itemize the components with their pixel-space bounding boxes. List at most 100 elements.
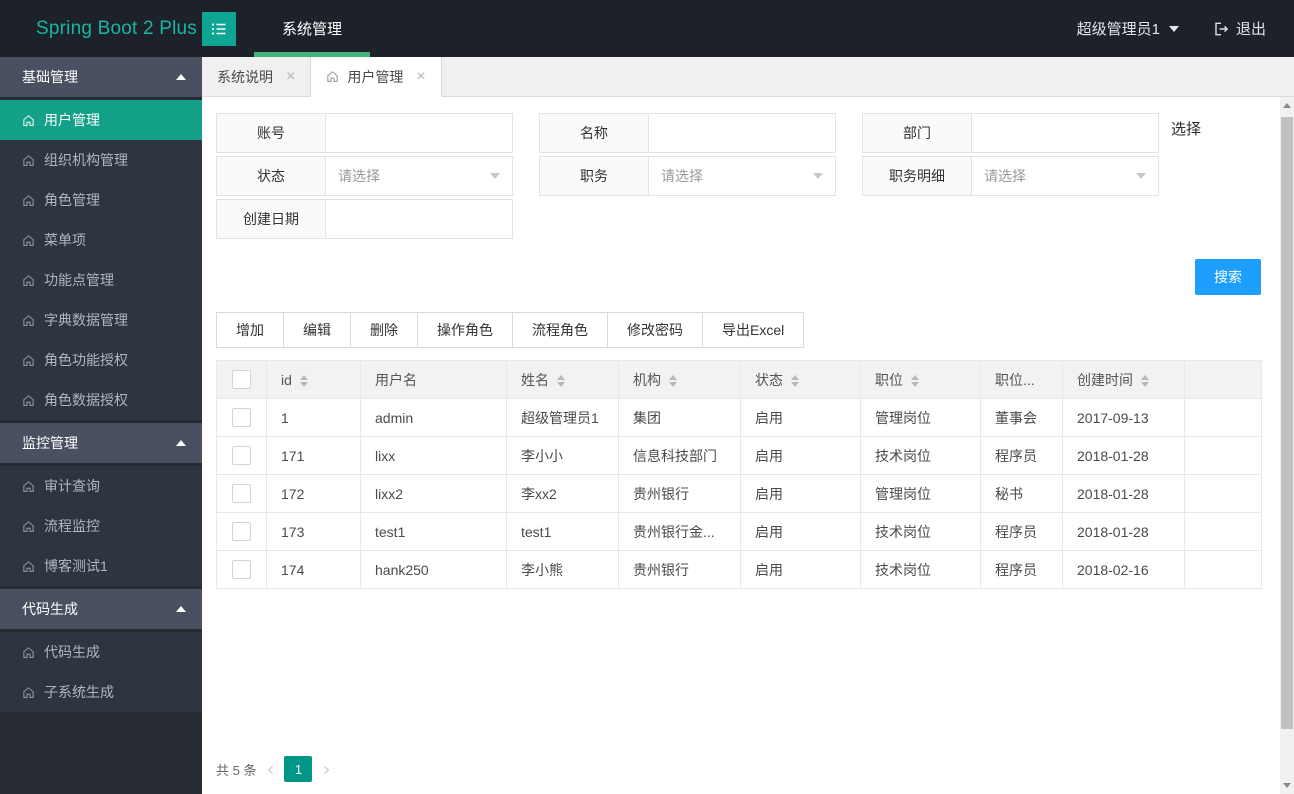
table-cell: test1 <box>360 512 507 551</box>
prev-page-chevron-icon[interactable]: ‹ <box>266 759 274 779</box>
department-select-link[interactable]: 选择 <box>1171 118 1201 139</box>
toolbar-button-2[interactable]: 编辑 <box>283 312 351 348</box>
duty-detail-select[interactable]: 职务明细 请选择 <box>862 156 1159 196</box>
toolbar-button-4[interactable]: 操作角色 <box>417 312 513 348</box>
sidebar-item[interactable]: 字典数据管理 <box>0 300 202 340</box>
field-value-area: 请选择 <box>972 157 1158 195</box>
sort-down-icon <box>791 381 799 387</box>
field-value-area: 请选择 <box>326 157 512 195</box>
sidebar-item[interactable]: 博客测试1 <box>0 546 202 586</box>
logout-button[interactable]: 退出 <box>1213 18 1266 39</box>
sidebar-item[interactable]: 用户管理 <box>0 100 202 140</box>
row-checkbox[interactable] <box>232 408 251 427</box>
table-row[interactable]: 174 hank250 李小熊 贵州银行 启用 技术岗位 程序员 2018-02-16 <box>216 550 1262 589</box>
search-button[interactable]: 搜索 <box>1195 259 1261 295</box>
select-all-checkbox[interactable] <box>232 370 251 389</box>
toolbar-button-7[interactable]: 导出Excel <box>702 312 805 348</box>
sidebar-item[interactable]: 角色管理 <box>0 180 202 220</box>
sort-icon <box>669 374 677 387</box>
column-header-label: 创建时间 <box>1077 371 1133 388</box>
toolbar-button-1[interactable]: 增加 <box>216 312 284 348</box>
create-date-input-group: 创建日期 <box>216 199 513 239</box>
table-cell: 李小熊 <box>506 550 619 589</box>
sidebar-item[interactable]: 功能点管理 <box>0 260 202 300</box>
column-header[interactable]: 状态 <box>740 360 861 399</box>
next-page-chevron-icon[interactable]: › <box>322 759 330 779</box>
department-field: 部门 选择 <box>862 113 1201 153</box>
table-cell: 启用 <box>740 436 861 475</box>
select-placeholder: 请选择 <box>661 168 703 184</box>
close-icon[interactable]: × <box>416 68 425 85</box>
sidebar-toggle-button[interactable] <box>202 11 236 46</box>
column-header[interactable]: 职位 <box>860 360 981 399</box>
table-cell: 秘书 <box>980 474 1063 513</box>
current-page-button[interactable]: 1 <box>284 756 313 782</box>
row-checkbox[interactable] <box>232 560 251 579</box>
sidebar-item[interactable]: 组织机构管理 <box>0 140 202 180</box>
create-date-field: 创建日期 <box>216 199 513 239</box>
home-icon <box>22 520 35 533</box>
sidebar-item[interactable]: 代码生成 <box>0 632 202 672</box>
tab-label: 系统说明 <box>217 69 273 85</box>
sidebar-section-header[interactable]: 基础管理 <box>0 57 202 97</box>
close-icon[interactable]: × <box>286 69 295 85</box>
table-cell: test1 <box>506 512 619 551</box>
sidebar-section-header[interactable]: 代码生成 <box>0 589 202 629</box>
field-label: 部门 <box>863 114 972 152</box>
column-header-label: 机构 <box>633 371 661 388</box>
home-icon <box>22 114 35 127</box>
toolbar-button-5[interactable]: 流程角色 <box>512 312 608 348</box>
field-value-area: 请选择 <box>649 157 835 195</box>
status-select[interactable]: 状态 请选择 <box>216 156 513 196</box>
table-cell: 技术岗位 <box>860 436 981 475</box>
row-checkbox[interactable] <box>232 446 251 465</box>
table-row[interactable]: 1 admin 超级管理员1 集团 启用 管理岗位 董事会 2017-09-13 <box>216 398 1262 437</box>
table-cell: 174 <box>266 550 361 589</box>
user-table: id 用户名 姓名 机构 状态 职位 职位... 创建时间 1 admin 超级管理员1 集团 启用管… <box>216 360 1262 589</box>
sidebar-item[interactable]: 角色功能授权 <box>0 340 202 380</box>
column-header[interactable]: id <box>266 360 361 399</box>
scrollbar-thumb[interactable] <box>1281 117 1293 729</box>
sidebar-item[interactable]: 菜单项 <box>0 220 202 260</box>
sort-up-icon <box>911 374 919 380</box>
table-row[interactable]: 171 lixx 李小小 信息科技部门 启用 技术岗位 程序员 2018-01-28 <box>216 436 1262 475</box>
column-header[interactable]: 机构 <box>618 360 741 399</box>
department-input[interactable] <box>984 125 1146 141</box>
toolbar-button-3[interactable]: 删除 <box>350 312 418 348</box>
column-header[interactable]: 创建时间 <box>1062 360 1185 399</box>
chevron-down-icon <box>813 173 823 179</box>
table-cell: 贵州银行 <box>618 550 741 589</box>
account-input[interactable] <box>338 125 500 141</box>
sidebar: 基础管理 用户管理 组织机构管理 角色管理 菜单项 功能点管理 字典数据管理 角色功能授权 角色… <box>0 57 202 794</box>
scroll-up-arrow-icon[interactable] <box>1283 103 1291 108</box>
duty-select[interactable]: 职务 请选择 <box>539 156 836 196</box>
sidebar-item[interactable]: 审计查询 <box>0 466 202 506</box>
name-input-group: 名称 <box>539 113 836 153</box>
top-navbar: Spring Boot 2 Plus 系统管理 超级管理员1 退出 <box>0 0 1294 57</box>
sidebar-item[interactable]: 流程监控 <box>0 506 202 546</box>
row-checkbox[interactable] <box>232 484 251 503</box>
create-date-input[interactable] <box>338 211 500 227</box>
sidebar-section-header[interactable]: 监控管理 <box>0 423 202 463</box>
table-cell: 李小小 <box>506 436 619 475</box>
nav-menu-system-management[interactable]: 系统管理 <box>254 0 371 57</box>
table-cell: 启用 <box>740 398 861 437</box>
sort-icon <box>1141 374 1149 387</box>
table-row[interactable]: 173 test1 test1 贵州银行金... 启用 技术岗位 程序员 2018-01-28 <box>216 512 1262 551</box>
sort-up-icon <box>299 374 308 380</box>
table-cell: 1 <box>266 398 361 437</box>
row-checkbox[interactable] <box>232 522 251 541</box>
vertical-scrollbar[interactable] <box>1280 97 1294 794</box>
sidebar-item[interactable]: 角色数据授权 <box>0 380 202 420</box>
name-input[interactable] <box>661 125 823 141</box>
user-dropdown[interactable]: 超级管理员1 <box>1077 18 1179 39</box>
field-label: 账号 <box>217 114 326 152</box>
scroll-down-arrow-icon[interactable] <box>1283 783 1291 788</box>
tab-2[interactable]: 用户管理 × <box>311 57 442 97</box>
sidebar-item[interactable]: 子系统生成 <box>0 672 202 712</box>
toolbar-button-6[interactable]: 修改密码 <box>607 312 703 348</box>
tab-1[interactable]: 系统说明 × <box>202 57 312 97</box>
table-row[interactable]: 172 lixx2 李xx2 贵州银行 启用 管理岗位 秘书 2018-01-28 <box>216 474 1262 513</box>
table-cell: 2018-01-28 <box>1062 474 1185 513</box>
column-header[interactable]: 姓名 <box>506 360 619 399</box>
